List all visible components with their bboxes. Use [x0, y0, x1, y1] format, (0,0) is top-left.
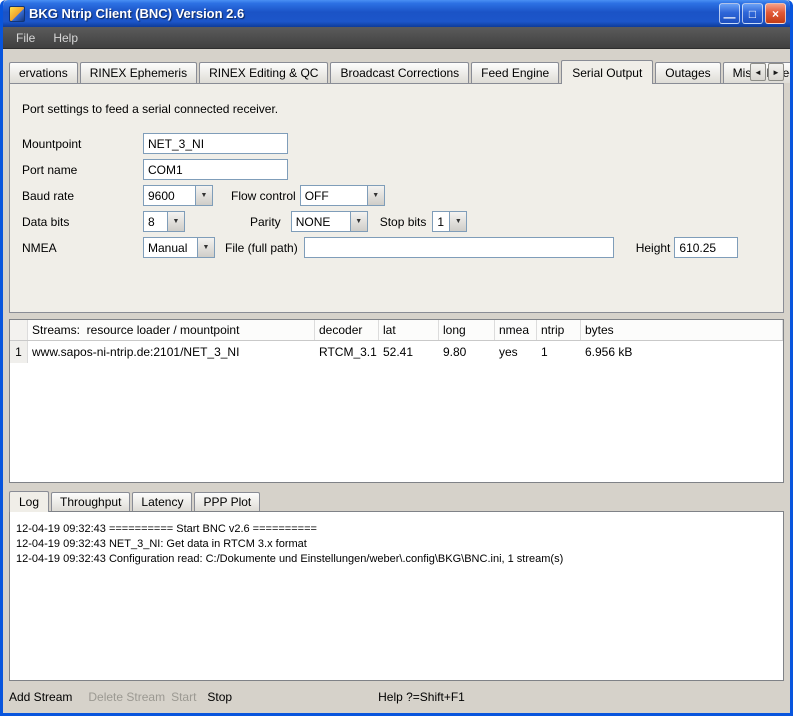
data-bits-row: Data bits 8 ▼ Parity NONE ▼ Stop bits 1 … — [22, 211, 771, 232]
stop-bits-label: Stop bits — [380, 215, 427, 229]
tab-feed-engine[interactable]: Feed Engine — [471, 62, 559, 83]
tab-rinex-editing-qc[interactable]: RINEX Editing & QC — [199, 62, 328, 83]
file-path-input[interactable] — [304, 237, 614, 258]
streams-table-header: Streams: resource loader / mountpoint de… — [10, 320, 783, 341]
cell-lat: 52.41 — [379, 341, 439, 363]
file-path-label: File (full path) — [225, 241, 298, 255]
tab-observations[interactable]: ervations — [9, 62, 78, 83]
start-button[interactable]: Start — [171, 690, 196, 704]
footer-bar: Add Stream Delete Stream Start Stop Help… — [3, 681, 790, 713]
window-title: BKG Ntrip Client (BNC) Version 2.6 — [29, 6, 717, 21]
close-button[interactable]: × — [765, 3, 786, 24]
stop-button[interactable]: Stop — [207, 690, 232, 704]
nmea-row: NMEA Manual ▼ File (full path) Height — [22, 237, 771, 258]
app-icon — [9, 6, 25, 22]
menu-help[interactable]: Help — [44, 28, 87, 48]
tab-scroll-buttons: ◄ ► — [748, 63, 784, 81]
cell-bytes: 6.956 kB — [581, 341, 783, 363]
delete-stream-button[interactable]: Delete Stream — [88, 690, 165, 704]
height-label: Height — [636, 241, 671, 255]
flow-control-label: Flow control — [231, 189, 296, 203]
titlebar: BKG Ntrip Client (BNC) Version 2.6 — □ × — [3, 0, 790, 27]
tab-outages[interactable]: Outages — [655, 62, 720, 83]
data-bits-value: 8 — [144, 215, 167, 229]
dropdown-arrow-icon: ▼ — [449, 212, 466, 231]
parity-select[interactable]: NONE ▼ — [291, 211, 368, 232]
port-name-row: Port name — [22, 159, 771, 180]
tab-latency[interactable]: Latency — [132, 492, 192, 511]
tab-scroll-left-icon[interactable]: ◄ — [750, 63, 766, 81]
add-stream-button[interactable]: Add Stream — [9, 690, 72, 704]
dropdown-arrow-icon: ▼ — [195, 186, 212, 205]
height-input[interactable] — [674, 237, 738, 258]
tab-bar: ervations RINEX Ephemeris RINEX Editing … — [9, 59, 784, 83]
header-decoder: decoder — [315, 320, 379, 340]
header-mountpoint: Streams: resource loader / mountpoint — [28, 320, 315, 340]
header-bytes: bytes — [581, 320, 783, 340]
tab-serial-output[interactable]: Serial Output — [561, 60, 653, 84]
streams-table: Streams: resource loader / mountpoint de… — [9, 319, 784, 483]
tab-log[interactable]: Log — [9, 491, 49, 512]
cell-nmea: yes — [495, 341, 537, 363]
log-line: 12-04-19 09:32:43 NET_3_NI: Get data in … — [16, 537, 777, 552]
log-line: 12-04-19 09:32:43 ========== Start BNC v… — [16, 522, 777, 537]
baud-rate-label: Baud rate — [22, 189, 143, 203]
stop-bits-value: 1 — [433, 215, 449, 229]
tab-ppp-plot[interactable]: PPP Plot — [194, 492, 260, 511]
app-window: BKG Ntrip Client (BNC) Version 2.6 — □ ×… — [0, 0, 793, 716]
panel-description: Port settings to feed a serial connected… — [22, 102, 771, 116]
port-name-input[interactable] — [143, 159, 288, 180]
baud-rate-value: 9600 — [144, 189, 195, 203]
data-bits-label: Data bits — [22, 215, 143, 229]
nmea-label: NMEA — [22, 241, 143, 255]
flow-control-select[interactable]: OFF ▼ — [300, 185, 385, 206]
cell-mountpoint: www.sapos-ni-ntrip.de:2101/NET_3_NI — [28, 341, 315, 363]
parity-label: Parity — [250, 215, 281, 229]
serial-output-panel: Port settings to feed a serial connected… — [9, 83, 784, 313]
header-nmea: nmea — [495, 320, 537, 340]
header-long: long — [439, 320, 495, 340]
table-corner — [10, 320, 28, 340]
minimize-button[interactable]: — — [719, 3, 740, 24]
flow-control-value: OFF — [301, 189, 367, 203]
nmea-value: Manual — [144, 241, 197, 255]
dropdown-arrow-icon: ▼ — [350, 212, 367, 231]
log-output[interactable]: 12-04-19 09:32:43 ========== Start BNC v… — [9, 511, 784, 681]
tab-throughput[interactable]: Throughput — [51, 492, 130, 511]
stop-bits-select[interactable]: 1 ▼ — [432, 211, 467, 232]
port-name-label: Port name — [22, 163, 143, 177]
maximize-button[interactable]: □ — [742, 3, 763, 24]
menu-bar: File Help — [3, 27, 790, 49]
dropdown-arrow-icon: ▼ — [167, 212, 184, 231]
minimize-icon: — — [724, 10, 736, 24]
data-bits-select[interactable]: 8 ▼ — [143, 211, 185, 232]
nmea-select[interactable]: Manual ▼ — [143, 237, 215, 258]
tab-rinex-ephemeris[interactable]: RINEX Ephemeris — [80, 62, 197, 83]
help-shortcut-label: Help ?=Shift+F1 — [378, 690, 465, 704]
menu-file[interactable]: File — [7, 28, 44, 48]
dropdown-arrow-icon: ▼ — [367, 186, 384, 205]
bottom-tab-bar: Log Throughput Latency PPP Plot — [9, 491, 784, 511]
mountpoint-label: Mountpoint — [22, 137, 143, 151]
cell-decoder: RTCM_3.1 — [315, 341, 379, 363]
dropdown-arrow-icon: ▼ — [197, 238, 214, 257]
log-line: 12-04-19 09:32:43 Configuration read: C:… — [16, 552, 777, 567]
tab-scroll-right-icon[interactable]: ► — [768, 63, 784, 81]
window-controls: — □ × — [717, 3, 786, 24]
baud-rate-row: Baud rate 9600 ▼ Flow control OFF ▼ — [22, 185, 771, 206]
header-lat: lat — [379, 320, 439, 340]
mountpoint-row: Mountpoint — [22, 133, 771, 154]
maximize-icon: □ — [749, 7, 756, 21]
table-row[interactable]: 1 www.sapos-ni-ntrip.de:2101/NET_3_NI RT… — [10, 341, 783, 363]
tab-broadcast-corrections[interactable]: Broadcast Corrections — [330, 62, 469, 83]
row-number: 1 — [10, 341, 28, 363]
parity-value: NONE — [292, 215, 350, 229]
cell-ntrip: 1 — [537, 341, 581, 363]
header-ntrip: ntrip — [537, 320, 581, 340]
cell-long: 9.80 — [439, 341, 495, 363]
close-icon: × — [772, 7, 779, 21]
baud-rate-select[interactable]: 9600 ▼ — [143, 185, 213, 206]
mountpoint-input[interactable] — [143, 133, 288, 154]
